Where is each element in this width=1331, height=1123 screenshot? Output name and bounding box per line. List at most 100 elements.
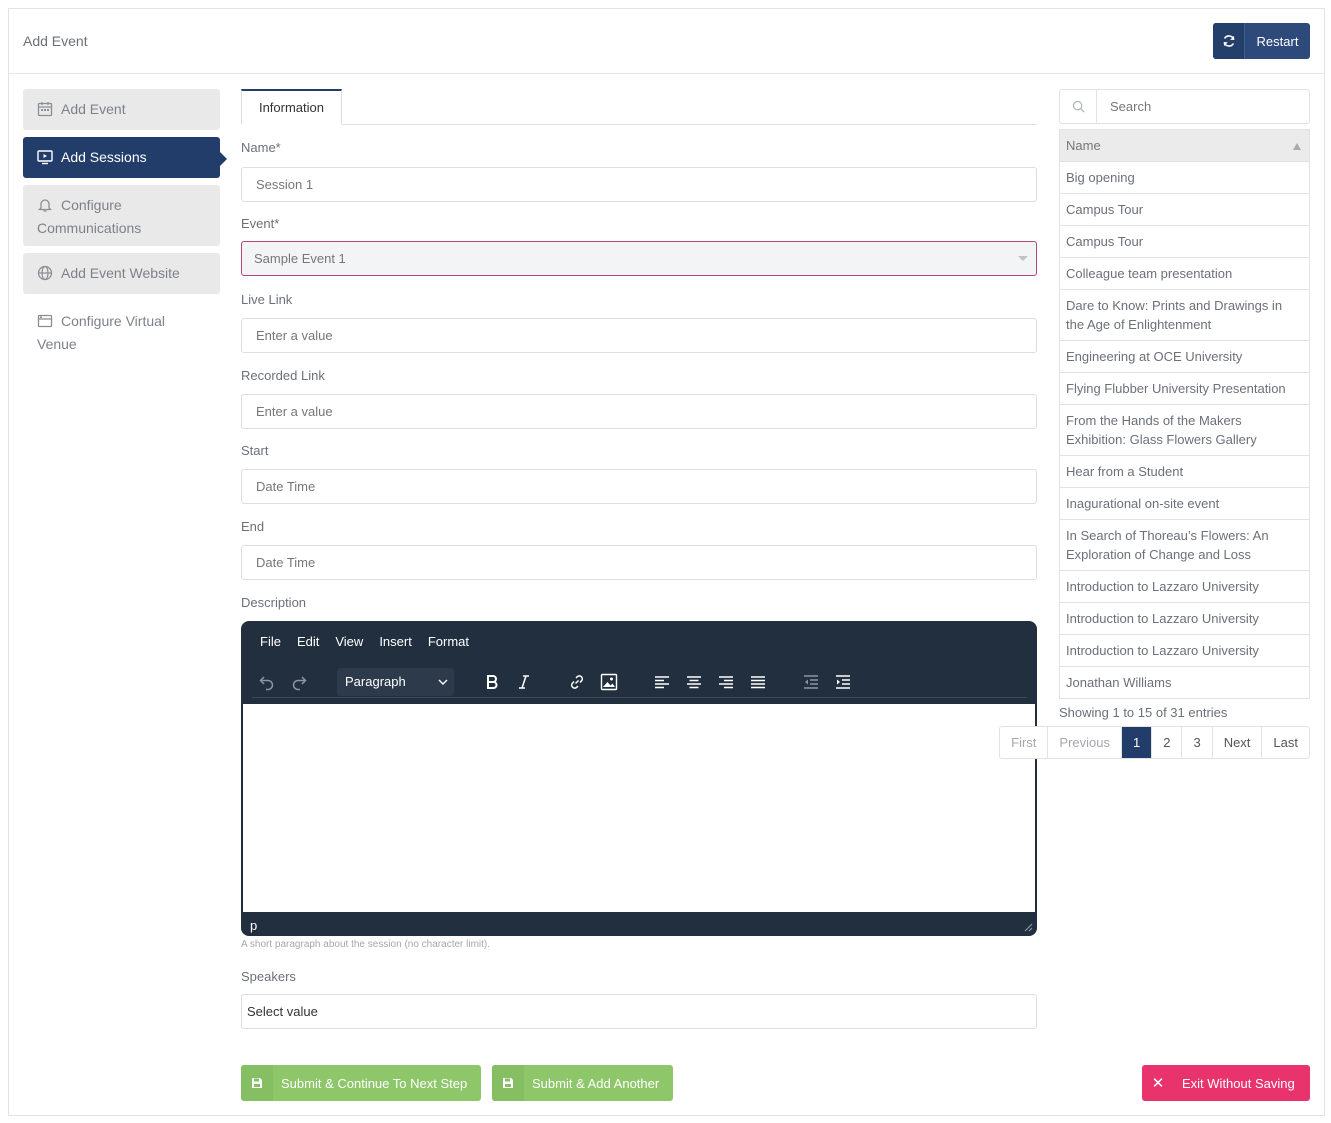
menu-file[interactable]: File [252, 634, 289, 649]
search-input[interactable] [1098, 90, 1308, 123]
submit-add-another-button[interactable]: Submit & Add Another [492, 1065, 674, 1101]
end-datetime-input[interactable]: Date Time [241, 545, 1037, 580]
refresh-icon [1213, 23, 1245, 59]
indent-icon[interactable] [829, 668, 857, 696]
recorded-link-label: Recorded Link [241, 368, 325, 383]
page-first[interactable]: First [1000, 727, 1047, 758]
session-name-cell[interactable]: Introduction to Lazzaro University [1059, 602, 1310, 635]
session-name-cell[interactable]: From the Hands of the Makers Exhibition:… [1059, 404, 1310, 456]
redo-icon[interactable] [285, 668, 313, 696]
live-link-input[interactable]: Enter a value [241, 318, 1037, 353]
link-icon[interactable] [563, 668, 591, 696]
page-title: Add Event [23, 33, 88, 49]
table-row[interactable]: Hear from a Student [1059, 455, 1310, 488]
description-editor: File Edit View Insert Format Paragraph p [241, 621, 1037, 936]
page-3[interactable]: 3 [1181, 727, 1211, 758]
table-row[interactable]: In Search of Thoreau’s Flowers: An Explo… [1059, 519, 1310, 571]
table-row[interactable]: Big opening [1059, 161, 1310, 194]
session-name-cell[interactable]: Engineering at OCE University [1059, 340, 1310, 373]
menu-format[interactable]: Format [420, 634, 477, 649]
page-previous[interactable]: Previous [1047, 727, 1121, 758]
chevron-down-icon [438, 679, 448, 685]
session-name-cell[interactable]: Hear from a Student [1059, 455, 1310, 488]
table-row[interactable]: From the Hands of the Makers Exhibition:… [1059, 404, 1310, 456]
recorded-link-placeholder: Enter a value [256, 404, 333, 419]
table-row[interactable]: Dare to Know: Prints and Drawings in the… [1059, 289, 1310, 341]
speakers-label: Speakers [241, 969, 296, 984]
align-right-icon[interactable] [712, 668, 740, 696]
menu-view[interactable]: View [327, 634, 371, 649]
align-center-icon[interactable] [680, 668, 708, 696]
sessions-table-body: Big opening Campus Tour Campus Tour Colleag… [1059, 161, 1310, 699]
start-datetime-input[interactable]: Date Time [241, 469, 1037, 504]
session-name-cell[interactable]: Inagurational on-site event [1059, 487, 1310, 520]
table-row[interactable]: Jonathan Williams [1059, 666, 1310, 699]
page-2[interactable]: 2 [1151, 727, 1181, 758]
table-row[interactable]: Campus Tour [1059, 225, 1310, 258]
globe-icon [37, 265, 53, 281]
editor-toolbar: Paragraph [252, 666, 1027, 698]
menu-edit[interactable]: Edit [289, 634, 327, 649]
table-row[interactable]: Introduction to Lazzaro University [1059, 570, 1310, 603]
exit-without-saving-button[interactable]: ✕ Exit Without Saving [1142, 1065, 1310, 1101]
speakers-select[interactable]: Select value [241, 994, 1037, 1029]
block-format-select[interactable]: Paragraph [337, 668, 454, 696]
sidebar-item-label: Add Event [61, 101, 126, 117]
page-last[interactable]: Last [1261, 727, 1309, 758]
italic-icon[interactable] [510, 668, 538, 696]
submit-continue-label: Submit & Continue To Next Step [281, 1075, 468, 1091]
recorded-link-input[interactable]: Enter a value [241, 394, 1037, 429]
exit-label: Exit Without Saving [1182, 1075, 1295, 1091]
table-row[interactable]: Campus Tour [1059, 193, 1310, 226]
table-row[interactable]: Inagurational on-site event [1059, 487, 1310, 520]
sidebar-item-add-sessions[interactable]: Add Sessions [23, 137, 227, 178]
session-name-cell[interactable]: Introduction to Lazzaro University [1059, 570, 1310, 603]
align-justify-icon[interactable] [744, 668, 772, 696]
image-icon[interactable] [595, 668, 623, 696]
session-name-cell[interactable]: Jonathan Williams [1059, 666, 1310, 699]
submit-add-another-label: Submit & Add Another [532, 1075, 660, 1091]
table-row[interactable]: Engineering at OCE University [1059, 340, 1310, 373]
undo-icon[interactable] [253, 668, 281, 696]
sidebar-item-configure-communications[interactable]: Configure Communications [23, 185, 220, 246]
table-row[interactable]: Colleague team presentation [1059, 257, 1310, 290]
name-column-label: Name [1066, 138, 1101, 153]
editor-status-path: p [250, 918, 258, 933]
session-name-cell[interactable]: Introduction to Lazzaro University [1059, 634, 1310, 667]
start-label: Start [241, 443, 269, 458]
page-next[interactable]: Next [1211, 727, 1262, 758]
name-value: Session 1 [256, 177, 314, 192]
menu-insert[interactable]: Insert [371, 634, 420, 649]
name-column-header[interactable]: Name [1059, 129, 1310, 162]
name-input[interactable]: Session 1 [241, 167, 1037, 202]
align-left-icon[interactable] [648, 668, 676, 696]
session-name-cell[interactable]: Colleague team presentation [1059, 257, 1310, 290]
bold-icon[interactable] [478, 668, 506, 696]
outdent-icon[interactable] [797, 668, 825, 696]
restart-button[interactable]: Restart [1213, 23, 1310, 59]
table-row[interactable]: Introduction to Lazzaro University [1059, 634, 1310, 667]
tab-information[interactable]: Information [241, 89, 342, 125]
page-header: Add Event Restart [9, 9, 1324, 74]
browser-window-icon [37, 314, 53, 328]
sidebar-item-add-event[interactable]: Add Event [23, 89, 220, 130]
resize-handle-icon[interactable] [1024, 923, 1033, 932]
event-select[interactable]: Sample Event 1 [241, 241, 1037, 276]
session-name-cell[interactable]: Dare to Know: Prints and Drawings in the… [1059, 289, 1310, 341]
session-name-cell[interactable]: In Search of Thoreau’s Flowers: An Explo… [1059, 519, 1310, 571]
calendar-icon [37, 102, 53, 117]
save-icon [492, 1065, 524, 1101]
session-name-cell[interactable]: Big opening [1059, 161, 1310, 194]
sidebar-item-configure-virtual-venue[interactable]: Configure Virtual Venue [23, 301, 220, 362]
table-row[interactable]: Flying Flubber University Presentation [1059, 372, 1310, 405]
sidebar-item-label: Configure Virtual Venue [37, 313, 166, 352]
table-row[interactable]: Introduction to Lazzaro University [1059, 602, 1310, 635]
sidebar-item-add-event-website[interactable]: Add Event Website [23, 253, 220, 294]
submit-continue-button[interactable]: Submit & Continue To Next Step [241, 1065, 482, 1101]
pagination: First Previous 1 2 3 Next Last [999, 726, 1310, 759]
page-1[interactable]: 1 [1120, 727, 1152, 758]
session-name-cell[interactable]: Campus Tour [1059, 193, 1310, 226]
session-name-cell[interactable]: Flying Flubber University Presentation [1059, 372, 1310, 405]
session-name-cell[interactable]: Campus Tour [1059, 225, 1310, 258]
description-content-area[interactable] [243, 704, 1035, 912]
